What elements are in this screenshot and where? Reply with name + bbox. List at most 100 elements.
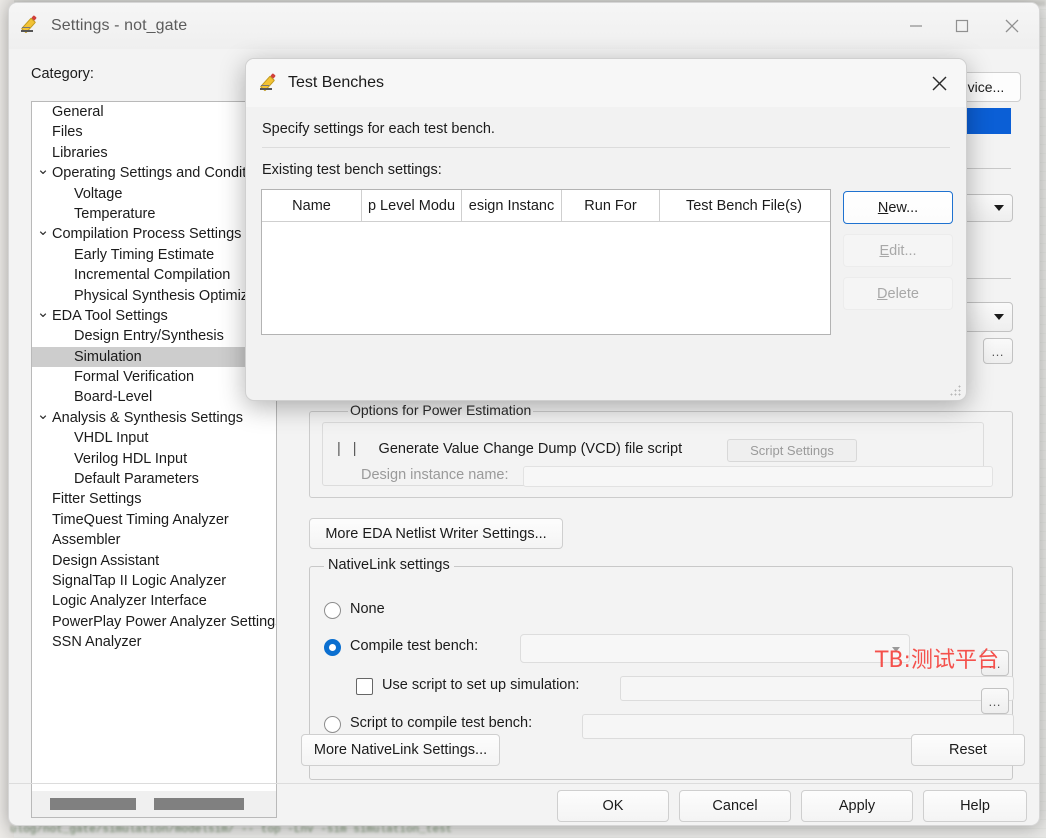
resize-grip-icon[interactable] <box>950 385 961 396</box>
tree-item[interactable]: Fitter Settings <box>32 489 276 509</box>
table-column-header[interactable]: Run For <box>562 190 660 221</box>
power-estimation-title: Options for Power Estimation <box>348 402 534 418</box>
window-title: Settings - not_gate <box>51 17 188 34</box>
window-controls <box>893 3 1039 49</box>
nativelink-group-title: NativeLink settings <box>324 557 454 573</box>
window-titlebar[interactable]: Settings - not_gate <box>9 3 1039 49</box>
delete-button-mnemonic: D <box>877 285 888 302</box>
radio-script-compile-label: Script to compile test bench: <box>350 715 533 731</box>
vcd-checkbox-label: Generate Value Change Dump (VCD) file sc… <box>378 441 683 457</box>
tree-item[interactable]: Incremental Compilation <box>32 265 276 285</box>
ok-button[interactable]: OK <box>557 790 669 822</box>
tree-item-label: Board-Level <box>74 389 153 406</box>
new-button-mnemonic: N <box>877 199 889 216</box>
radio-compile-test-bench-label: Compile test bench: <box>350 638 479 654</box>
tree-item[interactable]: TimeQuest Timing Analyzer <box>32 510 276 530</box>
tree-item-label: Early Timing Estimate <box>74 246 215 263</box>
table-column-header[interactable]: p Level Modu <box>362 190 462 221</box>
dialog-subtitle: Existing test bench settings: <box>262 162 442 178</box>
tree-item[interactable]: Early Timing Estimate <box>32 245 276 265</box>
radio-none-label: None <box>350 601 385 617</box>
power-estimation-group: Options for Power Estimation || Generate … <box>309 402 1013 498</box>
tree-item-label: SSN Analyzer <box>52 634 142 651</box>
delete-button-label: elete <box>887 285 919 302</box>
tree-item[interactable]: Simulation <box>32 346 276 368</box>
browse-dots-button-top[interactable]: … <box>983 338 1013 364</box>
tree-item[interactable]: Default Parameters <box>32 469 276 489</box>
tree-item[interactable]: Voltage <box>32 184 276 204</box>
close-icon[interactable] <box>912 59 966 107</box>
tree-item-label: Verilog HDL Input <box>74 450 188 467</box>
tree-item[interactable]: ⌄ EDA Tool Settings <box>32 305 276 326</box>
tree-item[interactable]: Assembler <box>32 530 276 550</box>
vcd-checkbox-icon[interactable]: || <box>337 441 369 457</box>
apply-button[interactable]: Apply <box>801 790 913 822</box>
table-column-header[interactable]: Test Bench File(s) <box>660 190 828 221</box>
dialog-title: Test Benches <box>288 74 385 91</box>
reset-button[interactable]: Reset <box>911 734 1025 766</box>
tree-item-label: SignalTap II Logic Analyzer <box>52 572 227 589</box>
tree-item[interactable]: SignalTap II Logic Analyzer <box>32 571 276 591</box>
script-settings-button: Script Settings <box>727 439 857 462</box>
design-instance-input <box>523 466 993 487</box>
cancel-button[interactable]: Cancel <box>679 790 791 822</box>
tree-item-label: Default Parameters <box>74 471 199 488</box>
tree-item[interactable]: Design Assistant <box>32 551 276 571</box>
more-eda-netlist-writer-settings-button[interactable]: More EDA Netlist Writer Settings... <box>309 518 563 549</box>
edit-button-mnemonic: E <box>879 242 890 259</box>
tree-item-label: Operating Settings and Conditions <box>52 165 273 182</box>
redacted-block-1 <box>50 798 136 810</box>
compile-test-bench-combo[interactable] <box>520 634 910 663</box>
new-button[interactable]: New... <box>843 191 953 224</box>
test-bench-table[interactable]: Name p Level Modu esign Instanc Run For Test… <box>261 189 831 335</box>
table-column-header[interactable]: Name <box>262 190 362 221</box>
browse-script-compile-button[interactable]: … <box>981 688 1009 714</box>
edit-button: Edit... <box>843 234 953 267</box>
use-script-checkbox[interactable] <box>356 678 373 695</box>
table-column-header[interactable]: esign Instanc <box>462 190 562 221</box>
tree-item[interactable]: Libraries <box>32 143 276 163</box>
tree-item[interactable]: Logic Analyzer Interface <box>32 591 276 611</box>
tree-item-label: General <box>52 104 104 120</box>
tree-item-label: Incremental Compilation <box>74 267 231 284</box>
radio-none[interactable] <box>324 602 341 619</box>
tree-item-label: Voltage <box>74 185 123 202</box>
radio-script-compile[interactable] <box>324 716 341 733</box>
tree-item[interactable]: Temperature <box>32 204 276 224</box>
tree-item-label: Design Entry/Synthesis <box>74 328 224 345</box>
maximize-icon[interactable] <box>939 3 985 49</box>
tree-item[interactable]: Verilog HDL Input <box>32 449 276 469</box>
tree-item[interactable]: ⌄ Compilation Process Settings <box>32 223 276 244</box>
tree-item-label: Libraries <box>52 144 108 161</box>
chevron-down-icon[interactable]: ⌄ <box>34 407 52 422</box>
tree-item[interactable]: PowerPlay Power Analyzer Settings <box>32 612 276 632</box>
tree-item[interactable]: Board-Level <box>32 387 276 407</box>
chevron-down-icon[interactable]: ⌄ <box>34 305 52 320</box>
chevron-down-icon[interactable]: ⌄ <box>34 162 52 177</box>
tree-item-label: VHDL Input <box>74 430 149 447</box>
redacted-block-2 <box>154 798 244 810</box>
chevron-down-icon[interactable]: ⌄ <box>34 223 52 238</box>
minimize-icon[interactable] <box>893 3 939 49</box>
tree-item[interactable]: Design Entry/Synthesis <box>32 326 276 346</box>
tree-item[interactable]: VHDL Input <box>32 428 276 448</box>
radio-compile-test-bench[interactable] <box>324 639 341 656</box>
tree-item[interactable]: ⌄ Analysis & Synthesis Settings <box>32 407 276 428</box>
pencil-icon <box>20 15 43 37</box>
dialog-divider <box>262 147 950 148</box>
dialog-titlebar[interactable]: Test Benches <box>246 59 966 107</box>
close-icon[interactable] <box>985 3 1039 49</box>
help-button[interactable]: Help <box>923 790 1027 822</box>
category-tree[interactable]: General Files Libraries ⌄ Operating Settings… <box>31 101 277 793</box>
vcd-checkbox-row[interactable]: || Generate Value Change Dump (VCD) file … <box>337 441 682 457</box>
tree-item[interactable]: General <box>32 102 276 122</box>
use-script-input[interactable] <box>620 676 1014 701</box>
tree-item-label: Temperature <box>74 205 156 222</box>
tree-item-label: Fitter Settings <box>52 491 142 508</box>
more-nativelink-settings-button[interactable]: More NativeLink Settings... <box>301 734 500 766</box>
tree-item[interactable]: Physical Synthesis Optimizations <box>32 286 276 306</box>
tree-item[interactable]: Files <box>32 122 276 142</box>
tree-item[interactable]: Formal Verification <box>32 367 276 387</box>
tree-item[interactable]: ⌄ Operating Settings and Conditions <box>32 162 276 183</box>
tree-item[interactable]: SSN Analyzer <box>32 632 276 652</box>
